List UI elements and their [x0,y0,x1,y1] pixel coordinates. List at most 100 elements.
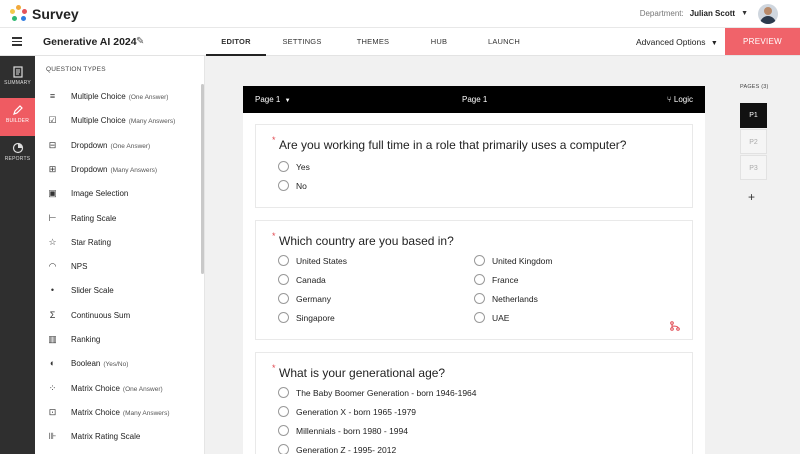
question-type-sublabel: (Many Answers) [110,166,158,174]
radio-button[interactable] [278,180,289,191]
question-type-sublabel: (Yes/No) [103,361,129,369]
question-type-item[interactable]: ≡ Multiple Choice (One Answer) [35,85,201,109]
option-radio[interactable]: Canada [278,274,326,285]
question-text[interactable]: Which country are you based in? [279,234,454,248]
matrix-check-icon: ⊡ [48,406,57,417]
question-type-sublabel: (One Answer) [110,142,151,150]
radio-button[interactable] [278,406,289,417]
radio-button[interactable] [278,444,289,454]
question-type-sublabel: (One Answer) [122,385,163,393]
question-type-item[interactable]: • Slider Scale [35,279,201,303]
tab-themes[interactable]: THEMES [338,28,408,56]
panel-scrollbar[interactable] [201,84,204,274]
advanced-options-menu[interactable]: Advanced Options ▼ [636,37,718,47]
option-radio[interactable]: United Kingdom [474,255,552,266]
logic-button[interactable]: ⑂ Logic [667,95,693,104]
checkbox-icon: ☑ [48,115,57,126]
radio-button[interactable] [278,425,289,436]
radio-button[interactable] [278,293,289,304]
radio-button[interactable] [474,312,485,323]
question-type-item[interactable]: ☆ Star Rating [35,231,201,255]
option-label: No [296,180,307,191]
radio-button[interactable] [278,161,289,172]
option-radio[interactable]: Millennials - born 1980 - 1994 [278,425,408,436]
page-thumb-p3[interactable]: P3 [740,155,767,180]
page-thumb-p1[interactable]: P1 [740,103,767,128]
option-label: Netherlands [492,293,538,304]
question-type-label: Ranking [71,335,101,344]
question-type-item[interactable]: ⊢ Rating Scale [35,207,201,231]
logic-label: Logic [673,95,693,104]
option-radio[interactable]: Generation Z - 1995- 2012 [278,444,396,454]
question-type-item[interactable]: Σ Continuous Sum [35,304,201,328]
question-card-1[interactable]: * Are you working full time in a role th… [255,124,693,208]
rail-summary-label: SUMMARY [4,80,31,86]
survey-title[interactable]: Generative AI 2024 [43,36,137,48]
option-radio[interactable]: France [474,274,518,285]
radio-button[interactable] [278,387,289,398]
radio-button[interactable] [278,255,289,266]
rail-builder[interactable]: BUILDER [0,98,35,136]
question-type-item[interactable]: ◠ NPS [35,255,201,279]
question-card-3[interactable]: * What is your generational age? The Bab… [255,352,693,454]
option-label: United Kingdom [492,255,553,266]
question-type-item[interactable]: ⁘ Matrix Choice (One Answer) [35,377,201,401]
option-radio[interactable]: Yes [278,161,310,172]
option-radio[interactable]: Germany [278,293,331,304]
option-radio[interactable]: The Baby Boomer Generation - born 1946-1… [278,387,477,398]
radio-button[interactable] [474,255,485,266]
option-label: Canada [296,274,326,285]
question-type-item[interactable]: ⊟ Dropdown (One Answer) [35,134,201,158]
required-marker: * [272,363,276,373]
question-type-item[interactable]: ⊞ Dropdown (Many Answers) [35,158,201,182]
question-card-2[interactable]: * Which country are you based in? United… [255,220,693,340]
rail-summary[interactable]: SUMMARY [0,60,35,98]
question-type-item[interactable]: ☑ Multiple Choice (Many Answers) [35,109,201,133]
menu-icon[interactable] [12,37,22,46]
radio-button[interactable] [474,293,485,304]
option-radio[interactable]: No [278,180,307,191]
rating-scale-icon: ⊢ [48,212,57,223]
question-type-item[interactable]: ◐ Boolean (Yes/No) [35,352,201,376]
pencil-icon [12,105,23,115]
add-page-button[interactable]: + [748,190,755,204]
rail-reports[interactable]: REPORTS [0,136,35,174]
question-text[interactable]: Are you working full time in a role that… [279,138,626,152]
option-radio[interactable]: United States [278,255,347,266]
avatar[interactable] [758,4,778,24]
option-radio[interactable]: Generation X - born 1965 -1979 [278,406,416,417]
edit-title-icon[interactable]: ✎ [136,36,144,47]
pages-panel: PAGES (3) P1 P2 P3 + [730,56,800,454]
radio-button[interactable] [474,274,485,285]
tab-hub[interactable]: HUB [408,28,470,56]
question-type-item[interactable]: ▣ Image Selection [35,182,201,206]
page-thumb-p2[interactable]: P2 [740,129,767,154]
question-type-label: Matrix Choice (Many Answers) [71,407,170,417]
radio-button[interactable] [278,274,289,285]
tab-launch[interactable]: LAUNCH [470,28,538,56]
option-radio[interactable]: UAE [474,312,509,323]
option-radio[interactable]: Singapore [278,312,335,323]
tab-settings[interactable]: SETTINGS [266,28,338,56]
department-selector[interactable]: Department: Julian Scott ▼ [640,9,748,18]
option-label: France [492,274,519,285]
advanced-options-label: Advanced Options [636,37,706,47]
question-text[interactable]: What is your generational age? [279,366,445,380]
question-type-item[interactable]: ⊡ Matrix Choice (Many Answers) [35,401,201,425]
page-selector[interactable]: Page 1 ▼ [255,95,291,104]
app-logo[interactable]: Survey [10,4,79,23]
page-title[interactable]: Page 1 [462,95,487,104]
required-marker: * [272,231,276,241]
rail-builder-label: BUILDER [5,118,30,124]
preview-button[interactable]: PREVIEW [725,28,800,55]
survey-editor: Page 1 ▼ Page 1 ⑂ Logic * Are you workin… [243,86,705,454]
gauge-icon: ◠ [48,261,57,272]
question-type-item[interactable]: ▥ Ranking [35,328,201,352]
question-type-item[interactable]: ⊪ Matrix Rating Scale [35,425,201,449]
tab-editor[interactable]: EDITOR [206,28,266,56]
rail-reports-label: REPORTS [4,156,31,162]
radio-button[interactable] [278,312,289,323]
question-type-sublabel: (Many Answers) [122,409,170,417]
option-radio[interactable]: Netherlands [474,293,538,304]
branch-logic-icon[interactable] [670,321,680,331]
